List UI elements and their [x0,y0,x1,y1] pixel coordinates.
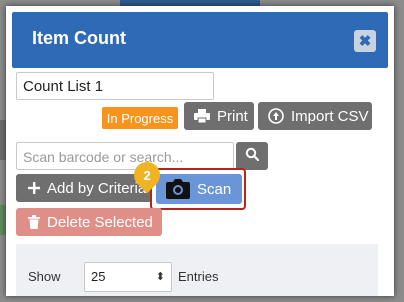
print-label: Print [217,107,248,125]
status-badge: In Progress [102,107,178,129]
printer-icon [194,109,210,123]
close-button[interactable]: ✖ [354,30,376,52]
plus-icon [28,182,40,194]
trash-icon [28,215,40,229]
camera-icon [166,179,190,199]
show-label: Show [28,269,61,284]
select-chevron-icon: ⬍ [155,271,165,283]
delete-selected-button[interactable]: Delete Selected [16,208,162,236]
search-icon [245,147,260,166]
barcode-search-input[interactable]: Scan barcode or search... [16,142,234,170]
modal-title: Item Count [32,28,126,48]
scan-label: Scan [197,180,232,198]
entries-per-page-select[interactable]: 25 ⬍ [84,262,172,292]
print-button[interactable]: Print [184,102,254,130]
entries-value: 25 [91,269,106,284]
delete-selected-label: Delete Selected [47,213,153,231]
upload-circle-icon [268,108,284,124]
import-csv-label: Import CSV [291,107,369,125]
item-count-modal: Item Count ✖ Count List 1 In Progress Pr… [6,6,394,296]
count-list-name-input[interactable]: Count List 1 [16,72,214,100]
close-icon: ✖ [358,32,372,50]
step-number: 2 [143,167,151,183]
search-button[interactable] [236,142,268,170]
import-csv-button[interactable]: Import CSV [258,102,372,130]
add-by-criteria-button[interactable]: Add by Criteria [16,174,152,202]
entries-label: Entries [178,269,219,284]
add-by-criteria-label: Add by Criteria [47,179,147,197]
scan-button[interactable]: Scan [156,174,242,204]
modal-header: Item Count ✖ [12,12,388,68]
entries-panel: Show 25 ⬍ Entries [16,244,378,296]
